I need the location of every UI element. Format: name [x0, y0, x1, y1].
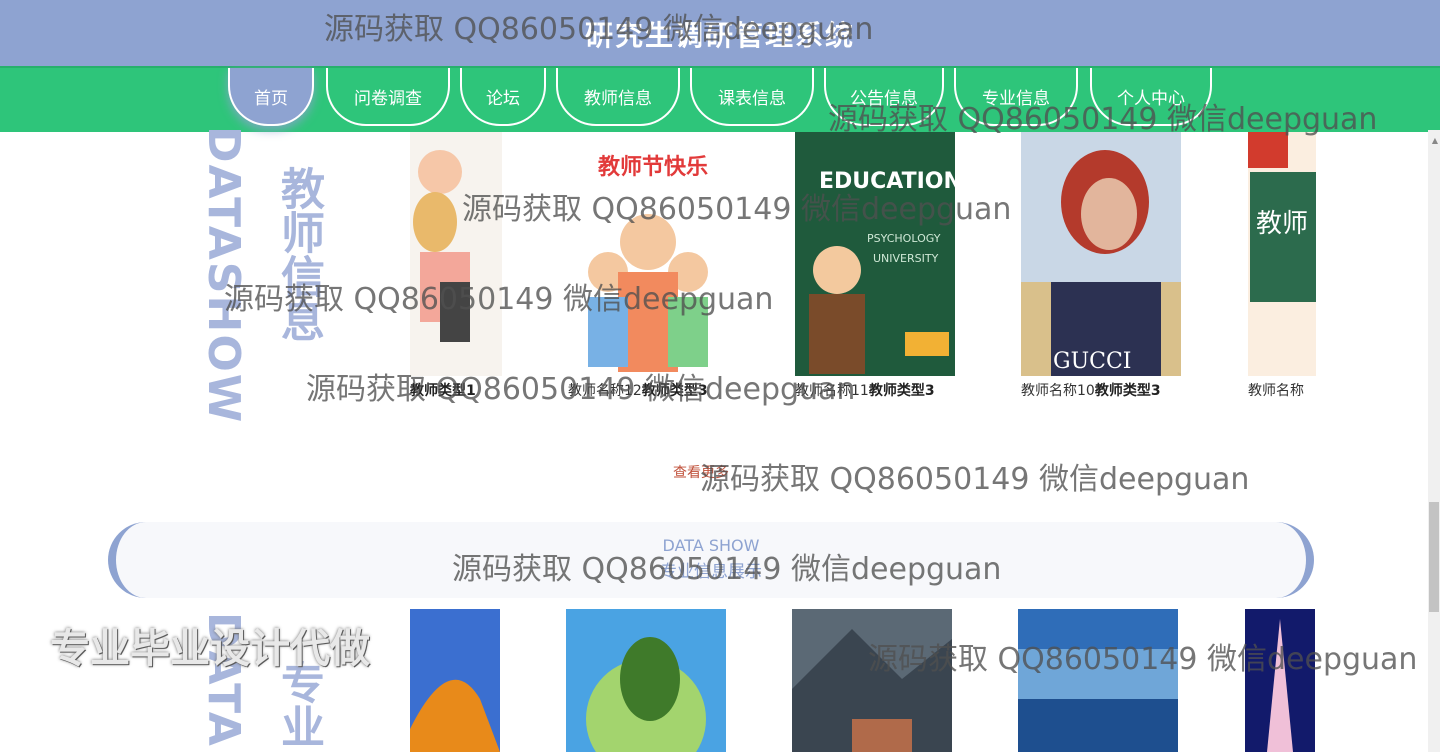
nav-item-forum[interactable]: 论坛: [460, 68, 546, 126]
scrollbar-thumb[interactable]: [1429, 502, 1439, 612]
nav-item-survey[interactable]: 问卷调查: [326, 68, 450, 126]
teacher-name: 教师名称: [1248, 383, 1304, 399]
nav-item-majors[interactable]: 专业信息: [954, 68, 1078, 126]
svg-text:教师: 教师: [1256, 209, 1308, 239]
teacher-type: 教师类型1: [410, 383, 476, 399]
scroll-up-arrow-icon[interactable]: ▲: [1432, 136, 1438, 145]
chalkboard-teacher-icon: 教师: [1248, 132, 1316, 376]
woman-portrait-icon: GUCCI: [1021, 132, 1181, 376]
teacher-name: 教师名称11: [795, 383, 869, 399]
promo-text: 专业毕业设计代做: [50, 626, 370, 672]
orange-mountain-icon: [410, 609, 500, 752]
svg-text:PSYCHOLOGY: PSYCHOLOGY: [867, 232, 941, 245]
svg-text:教师节快乐: 教师节快乐: [598, 154, 708, 180]
nav-item-notices[interactable]: 公告信息: [824, 68, 944, 126]
view-more-link[interactable]: 查看更多: [673, 462, 729, 482]
svg-text:UNIVERSITY: UNIVERSITY: [873, 252, 939, 265]
banner-title-zh: 专业信息展示: [660, 562, 762, 582]
scrollbar-track[interactable]: [1428, 130, 1440, 752]
section-vertical-zh: 教师信息: [273, 166, 324, 342]
major-card[interactable]: [1245, 609, 1315, 756]
education-chalkboard-icon: EDUCATION PSYCHOLOGY UNIVERSITY: [795, 132, 955, 376]
teacher-type: 教师类型3: [641, 383, 708, 399]
teacher-photo: [410, 132, 502, 376]
person-illustration-icon: [410, 132, 502, 376]
teacher-name: 教师名称12: [568, 383, 642, 399]
teacher-type: 教师类型3: [1094, 383, 1161, 399]
nav-item-profile[interactable]: 个人中心: [1090, 68, 1212, 126]
teacher-photo: GUCCI: [1021, 132, 1181, 376]
major-card[interactable]: [410, 609, 500, 756]
eiffel-tower-night-icon: [1245, 609, 1315, 752]
mountain-village-icon: [792, 609, 952, 752]
teacher-card[interactable]: 教师类型1: [410, 132, 510, 400]
teacher-card[interactable]: GUCCI 教师名称10教师类型3: [1021, 132, 1191, 400]
svg-text:EDUCATION: EDUCATION: [819, 169, 955, 194]
banner-title-en: DATA SHOW: [662, 536, 760, 555]
nav-item-schedule[interactable]: 课表信息: [690, 68, 814, 126]
teachers-day-cartoon-icon: 教师节快乐: [568, 132, 728, 376]
teacher-type: 教师类型3: [868, 383, 935, 399]
teacher-photo: 教师节快乐: [568, 132, 728, 376]
nav-item-home[interactable]: 首页: [228, 68, 314, 126]
major-card[interactable]: [566, 609, 726, 756]
tree-globe-icon: [566, 609, 726, 756]
sea-water-icon: [1018, 609, 1178, 752]
site-title: 研究生调研管理系统: [584, 19, 855, 52]
major-section-banner: DATA SHOW 专业信息展示: [108, 522, 1314, 598]
teacher-name: 教师名称10: [1021, 383, 1095, 399]
major-card[interactable]: [792, 609, 952, 756]
teacher-photo: EDUCATION PSYCHOLOGY UNIVERSITY: [795, 132, 955, 376]
major-card[interactable]: [1018, 609, 1178, 756]
watermark-text: 源码获取 QQ86050149 微信deepguan: [700, 462, 1250, 497]
nav-item-teachers[interactable]: 教师信息: [556, 68, 680, 126]
teacher-photo: 教师: [1248, 132, 1316, 376]
teacher-card[interactable]: 教师 教师名称: [1248, 132, 1316, 400]
section-vertical-en: DATASHOW: [198, 126, 249, 425]
svg-text:GUCCI: GUCCI: [1053, 349, 1131, 374]
page-header: 研究生调研管理系统: [0, 0, 1440, 66]
main-nav: 首页 问卷调查 论坛 教师信息 课表信息 公告信息 专业信息 个人中心: [0, 66, 1440, 132]
teacher-card[interactable]: 教师节快乐 教师名称12教师类型3: [568, 132, 738, 400]
teacher-card[interactable]: EDUCATION PSYCHOLOGY UNIVERSITY 教师名称11教师…: [795, 132, 965, 400]
